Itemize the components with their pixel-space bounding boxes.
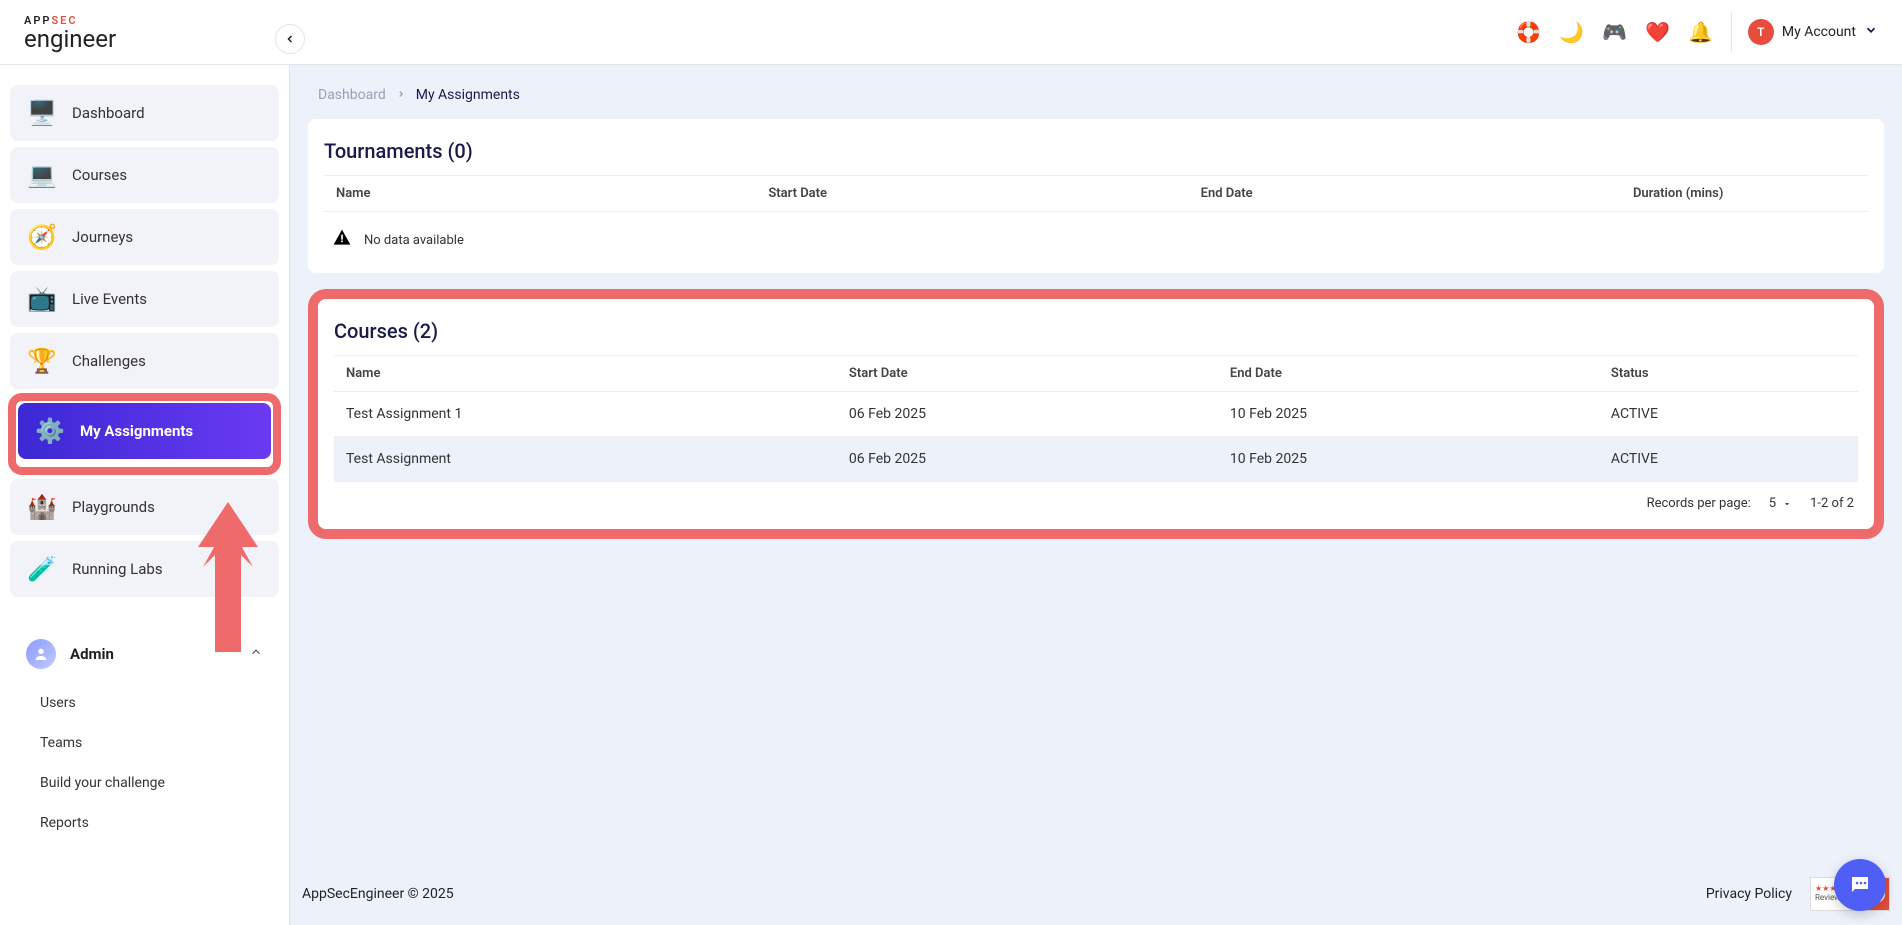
- col-name[interactable]: Name: [334, 356, 837, 392]
- admin-sub-teams[interactable]: Teams: [10, 723, 279, 763]
- discord-icon[interactable]: 🎮: [1602, 20, 1627, 44]
- breadcrumb-root[interactable]: Dashboard: [318, 87, 386, 103]
- chevron-up-icon: [249, 645, 263, 663]
- tournaments-title: Tournaments (0): [324, 133, 1868, 175]
- admin-label: Admin: [70, 645, 114, 663]
- table-row[interactable]: Test Assignment 1 06 Feb 2025 10 Feb 202…: [334, 392, 1858, 437]
- col-start-date[interactable]: Start Date: [756, 176, 1188, 212]
- warning-icon: [332, 228, 352, 253]
- courses-table: Name Start Date End Date Status Test Ass…: [334, 355, 1858, 482]
- lifebuoy-icon[interactable]: 🛟: [1516, 20, 1541, 44]
- cell-name: Test Assignment: [334, 437, 837, 482]
- sidebar-section-admin[interactable]: Admin: [10, 625, 279, 683]
- sidebar-item-dashboard[interactable]: 🖥️ Dashboard: [10, 85, 279, 141]
- playgrounds-icon: 🏰: [26, 491, 58, 523]
- admin-icon: [26, 639, 56, 669]
- annotation-highlight-sidebar: ⚙️ My Assignments: [8, 393, 281, 475]
- admin-sub-reports[interactable]: Reports: [10, 803, 279, 843]
- sidebar-item-journeys[interactable]: 🧭 Journeys: [10, 209, 279, 265]
- moon-icon[interactable]: 🌙: [1559, 20, 1584, 44]
- chevron-down-icon: [1782, 499, 1792, 509]
- sidebar-item-label: Live Events: [72, 290, 147, 308]
- cell-end: 10 Feb 2025: [1218, 392, 1599, 437]
- sidebar-item-label: Journeys: [72, 228, 133, 246]
- cell-end: 10 Feb 2025: [1218, 437, 1599, 482]
- heart-icon[interactable]: ❤️: [1645, 20, 1670, 44]
- chat-button[interactable]: [1834, 859, 1886, 911]
- cell-status: ACTIVE: [1599, 392, 1858, 437]
- running-labs-icon: 🧪: [26, 553, 58, 585]
- cell-name: Test Assignment 1: [334, 392, 837, 437]
- col-start-date[interactable]: Start Date: [837, 356, 1218, 392]
- challenges-icon: 🏆: [26, 345, 58, 377]
- admin-sub-label: Reports: [40, 815, 89, 831]
- dashboard-icon: 🖥️: [26, 97, 58, 129]
- courses-pager: Records per page: 5 1-2 of 2: [334, 482, 1858, 517]
- breadcrumb: Dashboard My Assignments: [308, 65, 1884, 119]
- courses-icon: 💻: [26, 159, 58, 191]
- admin-sub-label: Users: [40, 695, 76, 711]
- sidebar-item-label: Courses: [72, 166, 127, 184]
- sidebar-item-live-events[interactable]: 📺 Live Events: [10, 271, 279, 327]
- logo-text-bottom: engineer: [24, 27, 116, 51]
- chevron-down-icon: [1864, 23, 1878, 41]
- sidebar-item-label: Challenges: [72, 352, 146, 370]
- admin-sub-users[interactable]: Users: [10, 683, 279, 723]
- avatar: T: [1748, 19, 1774, 45]
- sidebar-item-challenges[interactable]: 🏆 Challenges: [10, 333, 279, 389]
- chat-icon: [1848, 873, 1872, 897]
- chevron-right-icon: [396, 87, 406, 103]
- cell-start: 06 Feb 2025: [837, 437, 1218, 482]
- courses-card: Courses (2) Name Start Date End Date Sta…: [318, 299, 1874, 529]
- account-label: My Account: [1782, 24, 1856, 40]
- main-area: Dashboard My Assignments Tournaments (0)…: [290, 65, 1902, 925]
- tournaments-empty: No data available: [324, 212, 1868, 261]
- tournaments-card: Tournaments (0) Name Start Date End Date…: [308, 119, 1884, 273]
- empty-text: No data available: [364, 233, 464, 248]
- sidebar-item-my-assignments[interactable]: ⚙️ My Assignments: [18, 403, 271, 459]
- account-menu[interactable]: T My Account: [1731, 12, 1878, 52]
- logo[interactable]: APPSEC engineer: [24, 14, 116, 51]
- header-icon-row: 🛟 🌙 🎮 ❤️ 🔔: [1516, 20, 1713, 44]
- col-name[interactable]: Name: [324, 176, 756, 212]
- sidebar-item-label: Dashboard: [72, 104, 145, 122]
- col-end-date[interactable]: End Date: [1189, 176, 1621, 212]
- sidebar-item-playgrounds[interactable]: 🏰 Playgrounds: [10, 479, 279, 535]
- pager-per-page[interactable]: 5: [1769, 496, 1792, 511]
- pager-label: Records per page:: [1647, 496, 1751, 511]
- pager-per-page-value: 5: [1769, 496, 1776, 511]
- assignments-icon: ⚙️: [34, 415, 66, 447]
- sidebar-collapse-button[interactable]: [275, 24, 305, 54]
- footer-copyright: AppSecEngineer © 2025: [302, 886, 454, 902]
- col-status[interactable]: Status: [1599, 356, 1858, 392]
- courses-title: Courses (2): [334, 313, 1858, 355]
- col-duration[interactable]: Duration (mins): [1621, 176, 1868, 212]
- privacy-link[interactable]: Privacy Policy: [1706, 886, 1792, 902]
- sidebar-item-label: My Assignments: [80, 422, 193, 440]
- admin-sub-label: Build your challenge: [40, 775, 165, 791]
- live-events-icon: 📺: [26, 283, 58, 315]
- sidebar-item-running-labs[interactable]: 🧪 Running Labs: [10, 541, 279, 597]
- table-row[interactable]: Test Assignment 06 Feb 2025 10 Feb 2025 …: [334, 437, 1858, 482]
- sidebar: 🖥️ Dashboard 💻 Courses 🧭 Journeys 📺 Live…: [0, 65, 290, 925]
- footer: AppSecEngineer © 2025 Privacy Policy ★★★…: [290, 863, 1902, 925]
- admin-sub-label: Teams: [40, 735, 82, 751]
- tournaments-table: Name Start Date End Date Duration (mins): [324, 175, 1868, 212]
- col-end-date[interactable]: End Date: [1218, 356, 1599, 392]
- bell-icon[interactable]: 🔔: [1688, 20, 1713, 44]
- cell-start: 06 Feb 2025: [837, 392, 1218, 437]
- pager-range: 1-2 of 2: [1810, 496, 1854, 511]
- cell-status: ACTIVE: [1599, 437, 1858, 482]
- journeys-icon: 🧭: [26, 221, 58, 253]
- breadcrumb-current: My Assignments: [416, 87, 520, 103]
- sidebar-item-courses[interactable]: 💻 Courses: [10, 147, 279, 203]
- header-right: 🛟 🌙 🎮 ❤️ 🔔 T My Account: [1516, 12, 1878, 52]
- sidebar-item-label: Running Labs: [72, 560, 163, 578]
- sidebar-item-label: Playgrounds: [72, 498, 155, 516]
- app-header: APPSEC engineer 🛟 🌙 🎮 ❤️ 🔔 T My Account: [0, 0, 1902, 65]
- admin-sub-build-challenge[interactable]: Build your challenge: [10, 763, 279, 803]
- annotation-highlight-courses: Courses (2) Name Start Date End Date Sta…: [308, 289, 1884, 539]
